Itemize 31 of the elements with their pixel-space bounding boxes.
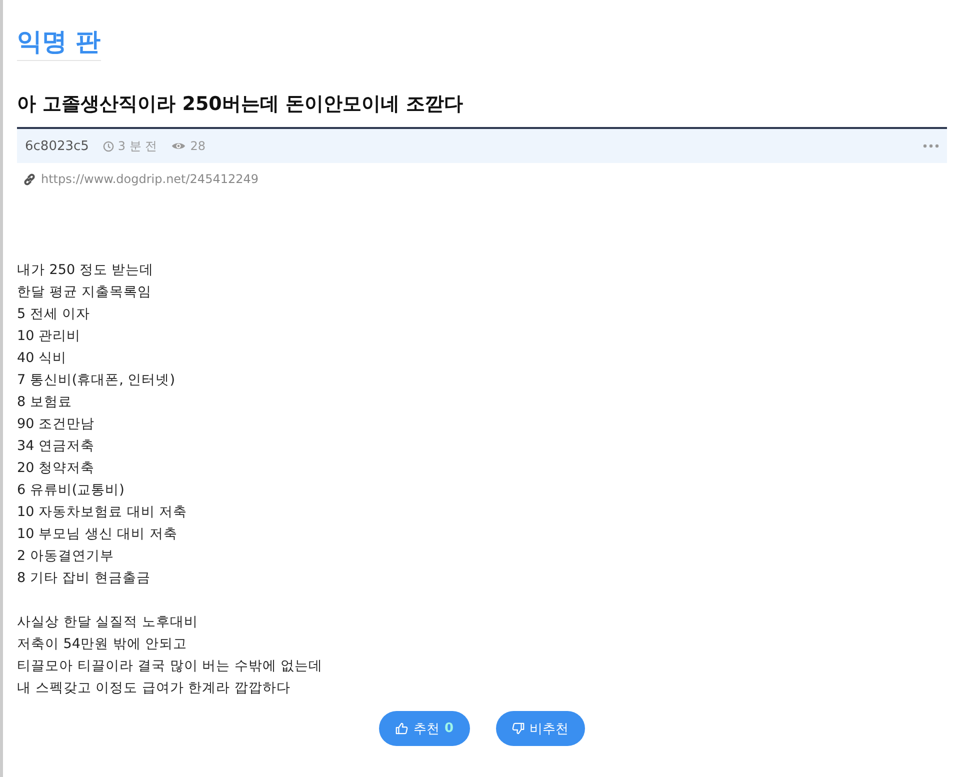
- link-icon: [23, 172, 36, 186]
- author-name: 6c8023c5: [25, 138, 89, 154]
- body-text: 90 조건만남: [17, 415, 96, 434]
- downvote-button[interactable]: 비추천: [496, 711, 585, 746]
- body-text: 내가 250 정도 받는데: [17, 261, 155, 280]
- body-text: 티끌모아 티끌이라 결국 많이 버는 수밖에 없는데: [17, 657, 324, 676]
- body-text: 2 아동결연기부: [17, 547, 115, 566]
- body-text: 5 전세 이자: [17, 305, 92, 324]
- body-text: 저축이 54만원 밖에 안되고: [17, 635, 188, 654]
- body-text: 10 관리비: [17, 327, 82, 346]
- body-text: 사실상 한달 실질적 노후대비: [17, 613, 199, 632]
- thumbs-up-icon: [395, 722, 408, 735]
- body-text: 40 식비: [17, 349, 68, 368]
- body-text: 10 자동차보험료 대비 저축: [17, 503, 188, 522]
- body-text: 한달 평균 지출목록임: [17, 283, 153, 302]
- post-time: 3 분 전: [118, 138, 158, 154]
- board-title[interactable]: 익명 판: [17, 25, 101, 61]
- body-text: 6 유류비(교통비): [17, 481, 126, 500]
- body-text: 20 청약저축: [17, 459, 96, 478]
- post-link[interactable]: https://www.dogdrip.net/245412249: [41, 172, 259, 186]
- body-text: 10 부모님 생신 대비 저축: [17, 525, 178, 544]
- upvote-button[interactable]: 추천 0: [379, 711, 470, 746]
- body-text: 8 보험료: [17, 393, 73, 412]
- clock-icon: [102, 140, 114, 152]
- eye-icon: [171, 141, 186, 151]
- body-text: 7 통신비(휴대폰, 인터넷): [17, 371, 176, 390]
- view-count: 28: [190, 139, 206, 153]
- body-text: 내 스펙갖고 이정도 급여가 한계라 깝깝하다: [17, 679, 292, 698]
- body-text: 34 연금저축: [17, 437, 96, 456]
- body-text: 8 기타 잡비 현금출금: [17, 569, 152, 588]
- thumbs-down-icon: [512, 722, 525, 735]
